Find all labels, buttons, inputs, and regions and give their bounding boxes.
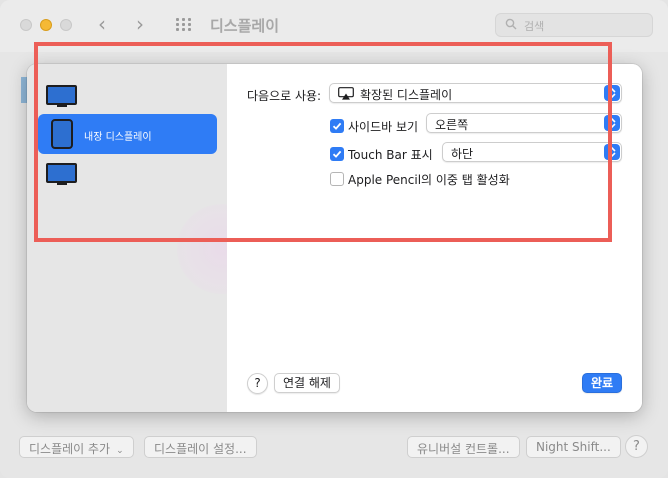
monitor-icon: [46, 85, 77, 105]
airplay-icon: [338, 87, 354, 100]
monitor-icon: [46, 163, 77, 183]
back-button[interactable]: ‹: [98, 12, 106, 36]
touchbar-position-value: 하단: [451, 147, 474, 161]
chevron-updown-icon: [604, 144, 620, 160]
use-as-value: 확장된 디스플레이: [360, 88, 453, 102]
disconnect-button[interactable]: 연결 해제: [274, 373, 340, 393]
show-all-grid-icon[interactable]: [176, 18, 194, 32]
display-list-sidebar: 내장 디스플레이: [27, 64, 267, 412]
minimize-window-button[interactable]: [40, 19, 52, 31]
ipad-icon: [51, 119, 73, 149]
zoom-window-button[interactable]: [60, 19, 72, 31]
bottom-toolbar: 디스플레이 추가 ⌄ 디스플레이 설정... 유니버설 컨트롤... Night …: [0, 428, 668, 478]
apple-pencil-checkbox[interactable]: [330, 172, 344, 186]
display-settings-button[interactable]: 디스플레이 설정...: [144, 436, 257, 458]
chevron-updown-icon: [604, 115, 620, 131]
title-bar: ‹ › 디스플레이 검색: [0, 0, 668, 52]
display-item-label: 내장 디스플레이: [84, 132, 152, 143]
chevron-down-icon: ⌄: [116, 446, 124, 456]
display-item-monitor-2[interactable]: [38, 160, 217, 190]
monitor-stand: [57, 105, 67, 107]
search-placeholder: 검색: [524, 20, 545, 33]
display-item-builtin[interactable]: 내장 디스플레이: [38, 114, 217, 154]
chevron-updown-icon: [604, 85, 620, 101]
close-window-button[interactable]: [20, 19, 32, 31]
apple-pencil-label: Apple Pencil의 이중 탭 활성화: [348, 173, 510, 187]
night-shift-button[interactable]: Night Shift...: [526, 436, 621, 458]
sidebar-position-value: 오른쪽: [435, 118, 469, 132]
monitor-stand: [57, 183, 67, 185]
search-icon: [505, 18, 517, 30]
add-display-button[interactable]: 디스플레이 추가 ⌄: [19, 436, 134, 458]
window-title: 디스플레이: [210, 17, 280, 35]
checkmark-icon: [332, 150, 342, 158]
display-settings-sheet: 내장 디스플레이 다음으로 사용: 확장된 디스플레이 사이드바 보기 오른쪽: [27, 64, 642, 412]
show-touchbar-label: Touch Bar 표시: [348, 148, 433, 162]
use-as-popup[interactable]: 확장된 디스플레이: [329, 83, 622, 103]
universal-control-button[interactable]: 유니버설 컨트롤...: [407, 436, 520, 458]
help-button[interactable]: ?: [247, 373, 268, 394]
use-as-label: 다음으로 사용:: [247, 89, 322, 103]
touchbar-position-popup[interactable]: 하단: [442, 142, 622, 162]
checkmark-icon: [332, 122, 342, 130]
show-sidebar-checkbox[interactable]: [330, 119, 344, 133]
display-options-panel: 다음으로 사용: 확장된 디스플레이 사이드바 보기 오른쪽 Touch Bar…: [227, 64, 642, 412]
sidebar-position-popup[interactable]: 오른쪽: [426, 113, 622, 133]
help-button[interactable]: ?: [625, 435, 648, 458]
search-field[interactable]: 검색: [495, 13, 653, 37]
done-button[interactable]: 완료: [582, 373, 622, 393]
show-touchbar-checkbox[interactable]: [330, 147, 344, 161]
display-item-monitor-1[interactable]: [38, 82, 217, 112]
add-display-label: 디스플레이 추가: [29, 442, 111, 456]
forward-button[interactable]: ›: [136, 12, 144, 36]
show-sidebar-label: 사이드바 보기: [348, 120, 419, 134]
